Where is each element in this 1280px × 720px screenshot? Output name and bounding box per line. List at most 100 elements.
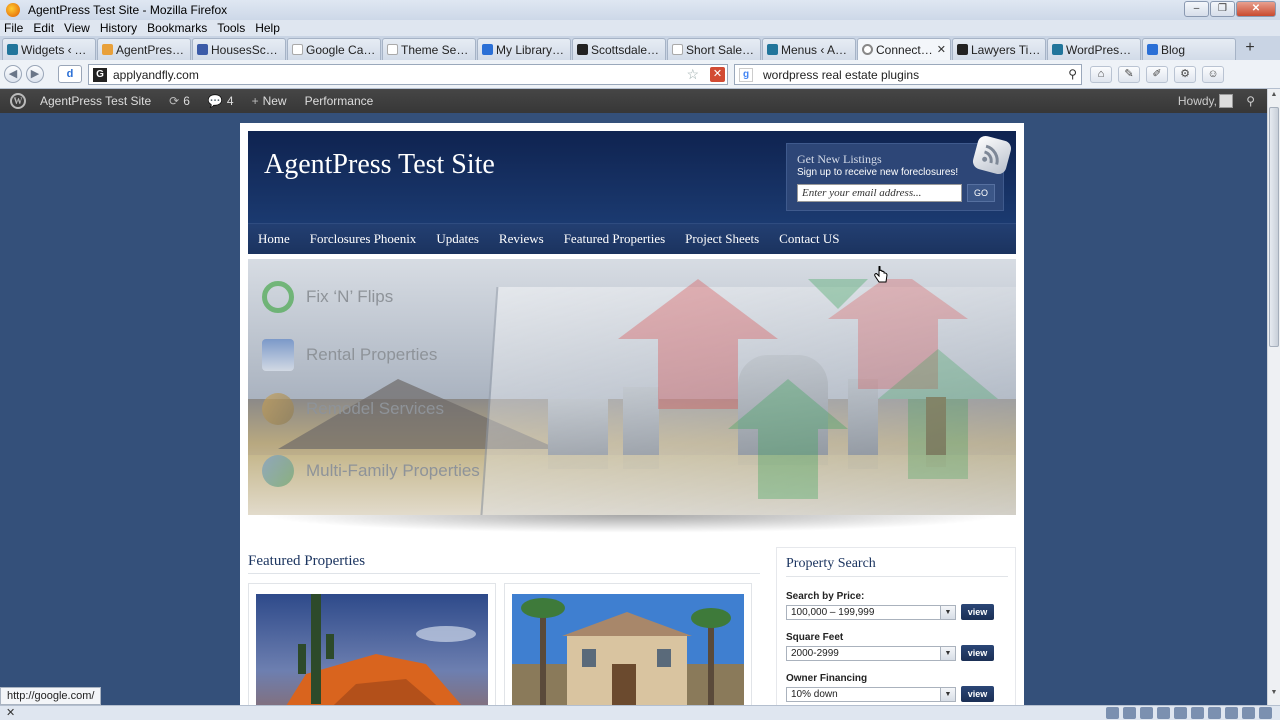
url-text[interactable]: applyandfly.com	[113, 68, 199, 82]
addon-icon[interactable]: ✎	[1118, 66, 1140, 83]
menu-history[interactable]: History	[100, 21, 137, 35]
nav-contact-us[interactable]: Contact US	[779, 231, 839, 247]
close-addon-bar-icon[interactable]: ✕	[6, 706, 15, 719]
menu-tools[interactable]: Tools	[217, 21, 245, 35]
tab-theme-settings[interactable]: Theme Settin...	[382, 38, 476, 60]
pen-icon[interactable]: ✐	[1146, 66, 1168, 83]
addon-status-icon[interactable]	[1259, 707, 1272, 719]
email-field[interactable]: Enter your email address...	[797, 184, 962, 202]
scroll-down-icon[interactable]: ▼	[1268, 689, 1280, 703]
dashlane-icon[interactable]: d	[58, 65, 82, 83]
site-title[interactable]: AgentPress Test Site	[264, 149, 495, 181]
search-icon[interactable]: ⚲	[1068, 67, 1077, 81]
hero-item-multi-family[interactable]: Multi-Family Properties	[262, 455, 480, 487]
profile-icon[interactable]: ☺	[1202, 66, 1224, 83]
nav-home[interactable]: Home	[258, 231, 290, 247]
addon-status-icon[interactable]	[1225, 707, 1238, 719]
search-bar[interactable]: g wordpress real estate plugins ⚲	[734, 64, 1082, 85]
forward-button[interactable]: ▶	[26, 65, 44, 83]
admin-howdy[interactable]: Howdy,	[1178, 94, 1217, 108]
tab-label: HousesScotts...	[211, 42, 281, 57]
subscribe-go-button[interactable]: GO	[967, 184, 995, 202]
wordpress-logo-icon[interactable]: W	[10, 93, 26, 109]
scroll-up-icon[interactable]: ▲	[1268, 91, 1280, 105]
tab-agentpress[interactable]: AgentPress 2...	[97, 38, 191, 60]
hero-item-remodel-services[interactable]: Remodel Services	[262, 393, 444, 425]
owner-financing-view-button[interactable]: view	[961, 686, 994, 702]
nav-reviews[interactable]: Reviews	[499, 231, 544, 247]
hero-slideshow[interactable]: Fix ‘N’ Flips Rental Properties Remodel …	[248, 259, 1016, 515]
property-photo-desert[interactable]	[256, 594, 488, 705]
url-bar[interactable]: G applyandfly.com ☆ ✕	[88, 64, 728, 85]
admin-site-name[interactable]: AgentPress Test Site	[40, 94, 151, 108]
addon-status-icon[interactable]	[1157, 707, 1170, 719]
admin-new[interactable]: + New	[252, 94, 287, 108]
close-tab-icon[interactable]: ✕	[937, 43, 946, 56]
tab-menus[interactable]: Menus ‹ Age...	[762, 38, 856, 60]
property-card[interactable]	[248, 583, 496, 705]
admin-performance[interactable]: Performance	[305, 94, 374, 108]
menu-help[interactable]: Help	[255, 21, 280, 35]
tab-my-library[interactable]: My Library ta...	[477, 38, 571, 60]
addon-status-icon[interactable]	[1106, 707, 1119, 719]
square-feet-view-button[interactable]: view	[961, 645, 994, 661]
tab-housesscottsdale[interactable]: HousesScotts...	[192, 38, 286, 60]
scrollbar-thumb[interactable]	[1269, 107, 1279, 347]
property-photo-house[interactable]	[512, 594, 744, 705]
stop-loading-button[interactable]: ✕	[710, 67, 725, 82]
nav-featured-properties[interactable]: Featured Properties	[564, 231, 665, 247]
addon-status-icon[interactable]	[1140, 707, 1153, 719]
addon-status-icon[interactable]	[1208, 707, 1221, 719]
square-feet-select[interactable]: 2000-2999 ▼	[786, 646, 956, 661]
owner-financing-select[interactable]: 10% down ▼	[786, 687, 956, 702]
addon-status-icon[interactable]	[1123, 707, 1136, 719]
tab-scottsdale[interactable]: Scottsdale H...	[572, 38, 666, 60]
menu-view[interactable]: View	[64, 21, 90, 35]
chevron-down-icon[interactable]: ▼	[940, 688, 955, 701]
new-tab-button[interactable]: +	[1239, 38, 1261, 60]
search-query[interactable]: wordpress real estate plugins	[763, 68, 919, 82]
tab-google-calendar[interactable]: Google Calen...	[287, 38, 381, 60]
tab-short-sale[interactable]: Short Sale Ph...	[667, 38, 761, 60]
bookmark-star-icon[interactable]: ☆	[686, 66, 699, 83]
addon-status-icon[interactable]	[1191, 707, 1204, 719]
close-window-button[interactable]: ✕	[1236, 1, 1276, 17]
tab-label: Menus ‹ Age...	[781, 42, 851, 57]
tab-lawyers-title[interactable]: Lawyers Title ...	[952, 38, 1046, 60]
back-button[interactable]: ◀	[4, 65, 22, 83]
addon-status-icon[interactable]	[1174, 707, 1187, 719]
admin-updates[interactable]: ⟳ 6	[169, 94, 190, 108]
tab-widgets[interactable]: Widgets ‹ Ag...	[2, 38, 96, 60]
settings-gear-icon[interactable]: ⚙	[1174, 66, 1196, 83]
hero-item-fix-n-flips[interactable]: Fix ‘N’ Flips	[262, 281, 393, 313]
menu-file[interactable]: File	[4, 21, 23, 35]
people-icon	[262, 455, 294, 487]
tab-connecting[interactable]: Connectin... ✕	[857, 38, 951, 60]
price-select[interactable]: 100,000 – 199,999 ▼	[786, 605, 956, 620]
minimize-button[interactable]: –	[1184, 1, 1209, 17]
tab-blog[interactable]: Blog	[1142, 38, 1236, 60]
addon-status-icon[interactable]	[1242, 707, 1255, 719]
nav-project-sheets[interactable]: Project Sheets	[685, 231, 759, 247]
chevron-down-icon[interactable]: ▼	[940, 647, 955, 660]
site-header: AgentPress Test Site Get New Listings Si…	[248, 131, 1016, 223]
property-card[interactable]	[504, 583, 752, 705]
nav-forclosures-phoenix[interactable]: Forclosures Phoenix	[310, 231, 417, 247]
divider	[786, 576, 1008, 577]
loading-spinner-icon	[862, 44, 873, 55]
menu-bookmarks[interactable]: Bookmarks	[147, 21, 207, 35]
maximize-button[interactable]: ❐	[1210, 1, 1235, 17]
hero-item-rental-properties[interactable]: Rental Properties	[262, 339, 437, 371]
home-icon[interactable]: ⌂	[1090, 66, 1112, 83]
menu-edit[interactable]: Edit	[33, 21, 54, 35]
admin-search-icon[interactable]: ⚲	[1246, 94, 1255, 108]
chevron-down-icon[interactable]: ▼	[940, 606, 955, 619]
vertical-scrollbar[interactable]: ▲ ▼	[1267, 89, 1280, 705]
tab-wordpress[interactable]: WordPress › ...	[1047, 38, 1141, 60]
admin-comments[interactable]: 💬 4	[208, 94, 234, 108]
price-view-button[interactable]: view	[961, 604, 994, 620]
wordpress-favicon-icon	[1052, 44, 1063, 55]
google-engine-icon[interactable]: g	[739, 67, 753, 82]
avatar[interactable]	[1219, 94, 1233, 108]
nav-updates[interactable]: Updates	[436, 231, 479, 247]
